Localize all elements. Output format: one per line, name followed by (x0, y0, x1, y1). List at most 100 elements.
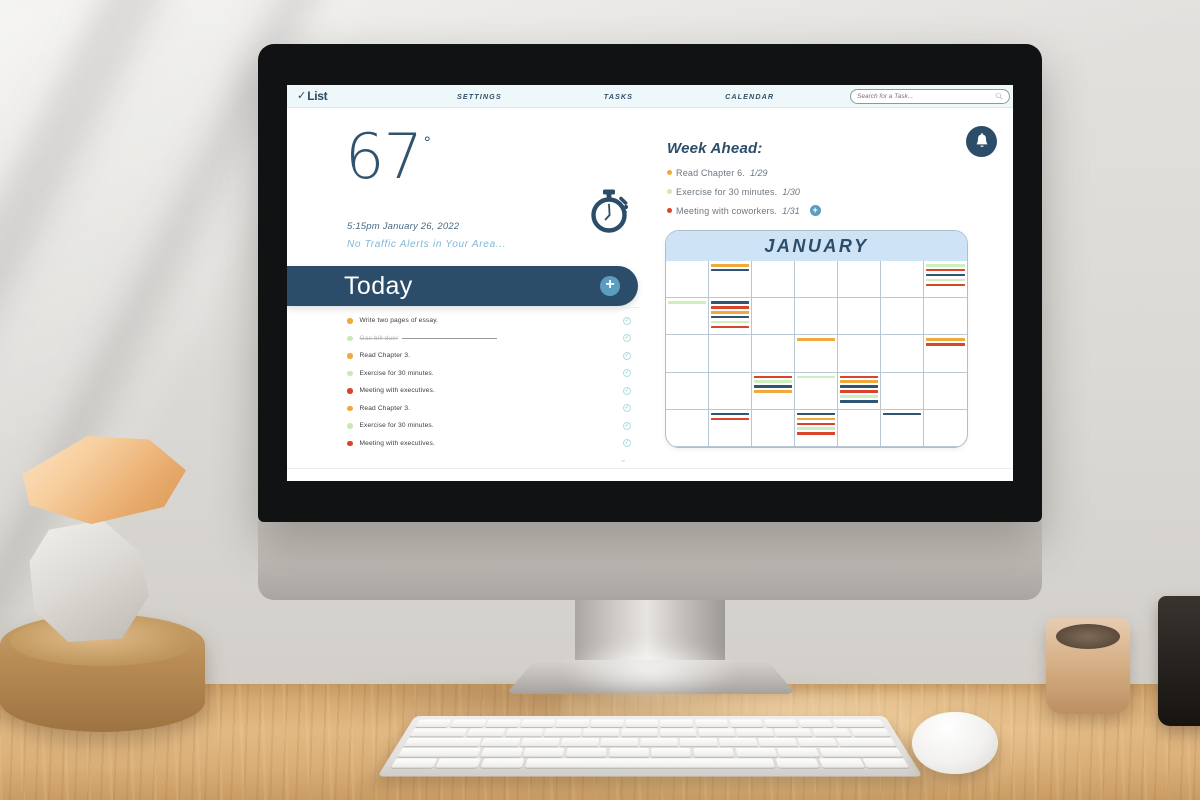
calendar-day-cell[interactable] (709, 335, 752, 373)
calendar-event-bar[interactable] (711, 301, 749, 304)
spacebar[interactable] (524, 758, 776, 768)
task-row[interactable]: Gas bill due! ✓ (287, 330, 639, 348)
key[interactable] (582, 728, 620, 737)
key[interactable] (819, 748, 903, 757)
nav-item-settings[interactable]: SETTINGS (457, 92, 502, 101)
key[interactable] (729, 719, 764, 727)
calendar-day-cell[interactable] (752, 261, 795, 299)
key[interactable] (520, 738, 560, 747)
key[interactable] (409, 728, 468, 737)
key[interactable] (836, 738, 897, 747)
calendar-event-bar[interactable] (840, 385, 878, 388)
calendar-day-cell[interactable] (752, 335, 795, 373)
calendar-day-cell[interactable] (752, 372, 795, 410)
calendar-day-cell[interactable] (666, 298, 709, 336)
calendar-day-cell[interactable] (795, 409, 838, 447)
calendar-event-bar[interactable] (840, 390, 878, 393)
task-row[interactable]: Exercise for 30 minutes. ✓ (287, 417, 639, 435)
task-complete-checkbox[interactable]: ✓ (623, 334, 631, 343)
calendar-day-cell[interactable] (838, 261, 881, 299)
key[interactable] (621, 728, 658, 737)
key[interactable] (698, 728, 736, 737)
calendar-day-cell[interactable] (924, 410, 967, 447)
key[interactable] (758, 738, 798, 747)
calendar-day-cell[interactable] (666, 409, 709, 447)
calendar-day-cell[interactable] (924, 335, 967, 373)
key[interactable] (693, 748, 735, 757)
task-complete-checkbox[interactable]: ✓ (623, 386, 631, 395)
week-ahead-item[interactable]: Meeting with coworkers. 1/31 + (667, 201, 927, 220)
key[interactable] (736, 728, 774, 737)
add-task-button[interactable]: + (600, 276, 620, 296)
calendar-event-bar[interactable] (668, 301, 706, 304)
key[interactable] (590, 719, 624, 727)
calendar-event-bar[interactable] (797, 375, 835, 379)
key[interactable] (694, 719, 729, 727)
key[interactable] (651, 748, 692, 757)
calendar-day-cell[interactable] (838, 298, 881, 336)
calendar-day-cell[interactable] (795, 335, 838, 373)
calendar-day-cell[interactable] (666, 372, 709, 410)
keyboard[interactable] (377, 716, 923, 777)
calendar-event-bar[interactable] (797, 412, 835, 416)
key[interactable] (565, 748, 607, 757)
key[interactable] (777, 748, 820, 757)
calendar-event-bar[interactable] (797, 417, 835, 421)
calendar-event-bar[interactable] (926, 283, 965, 287)
calendar-day-cell[interactable] (752, 409, 795, 447)
calendar-event-bar[interactable] (711, 412, 749, 416)
calendar-event-bar[interactable] (711, 325, 749, 329)
calendar-day-cell[interactable] (838, 335, 881, 373)
key[interactable] (544, 728, 582, 737)
calendar-event-bar[interactable] (840, 395, 878, 398)
calendar-day-cell[interactable] (709, 409, 752, 447)
search-box[interactable] (850, 88, 1010, 104)
calendar-event-bar[interactable] (754, 375, 792, 379)
calendar-event-bar[interactable] (840, 400, 878, 403)
calendar-day-cell[interactable] (881, 335, 924, 373)
task-complete-checkbox[interactable]: ✓ (623, 351, 631, 360)
key[interactable] (660, 728, 697, 737)
task-row[interactable]: Read Chapter 3. ✓ (287, 400, 639, 418)
calendar-day-cell[interactable] (924, 298, 967, 336)
calendar-event-bar[interactable] (754, 380, 792, 384)
calendar-event-bar[interactable] (711, 417, 749, 421)
key[interactable] (763, 719, 799, 727)
task-complete-checkbox[interactable]: ✓ (623, 439, 631, 448)
key[interactable] (850, 728, 891, 737)
key[interactable] (397, 748, 481, 757)
task-row[interactable]: Write two pages of essay. ✓ (287, 312, 639, 330)
calendar-event-bar[interactable] (926, 338, 965, 341)
key[interactable] (660, 719, 694, 727)
calendar-event-bar[interactable] (711, 310, 749, 314)
key[interactable] (735, 748, 778, 757)
key[interactable] (719, 738, 758, 747)
key[interactable] (625, 719, 659, 727)
key[interactable] (640, 738, 678, 747)
mouse[interactable] (912, 712, 998, 774)
key[interactable] (480, 738, 521, 747)
notification-bell-button[interactable] (966, 126, 997, 157)
calendar-event-bar[interactable] (797, 338, 835, 341)
key[interactable] (797, 719, 834, 727)
key[interactable] (608, 748, 649, 757)
key[interactable] (600, 738, 639, 747)
calendar-day-cell[interactable] (924, 261, 967, 299)
add-week-task-button[interactable]: + (809, 205, 821, 216)
key[interactable] (774, 728, 813, 737)
nav-item-calendar[interactable]: CALENDAR (725, 92, 774, 101)
chevron-down-icon[interactable]: ⌄ (287, 454, 639, 465)
calendar-day-cell[interactable] (881, 298, 924, 336)
calendar-day-cell[interactable] (795, 298, 838, 336)
key[interactable] (520, 719, 555, 727)
key[interactable] (466, 728, 506, 737)
key[interactable] (832, 719, 885, 727)
task-complete-checkbox[interactable]: ✓ (623, 404, 631, 413)
key[interactable] (403, 738, 482, 747)
key[interactable] (862, 758, 910, 768)
nav-item-tasks[interactable]: TASKS (604, 92, 633, 101)
task-row[interactable]: Meeting with executives. ✓ (287, 382, 639, 400)
calendar-event-bar[interactable] (711, 315, 749, 319)
calendar-event-bar[interactable] (754, 385, 792, 388)
key[interactable] (435, 758, 481, 768)
